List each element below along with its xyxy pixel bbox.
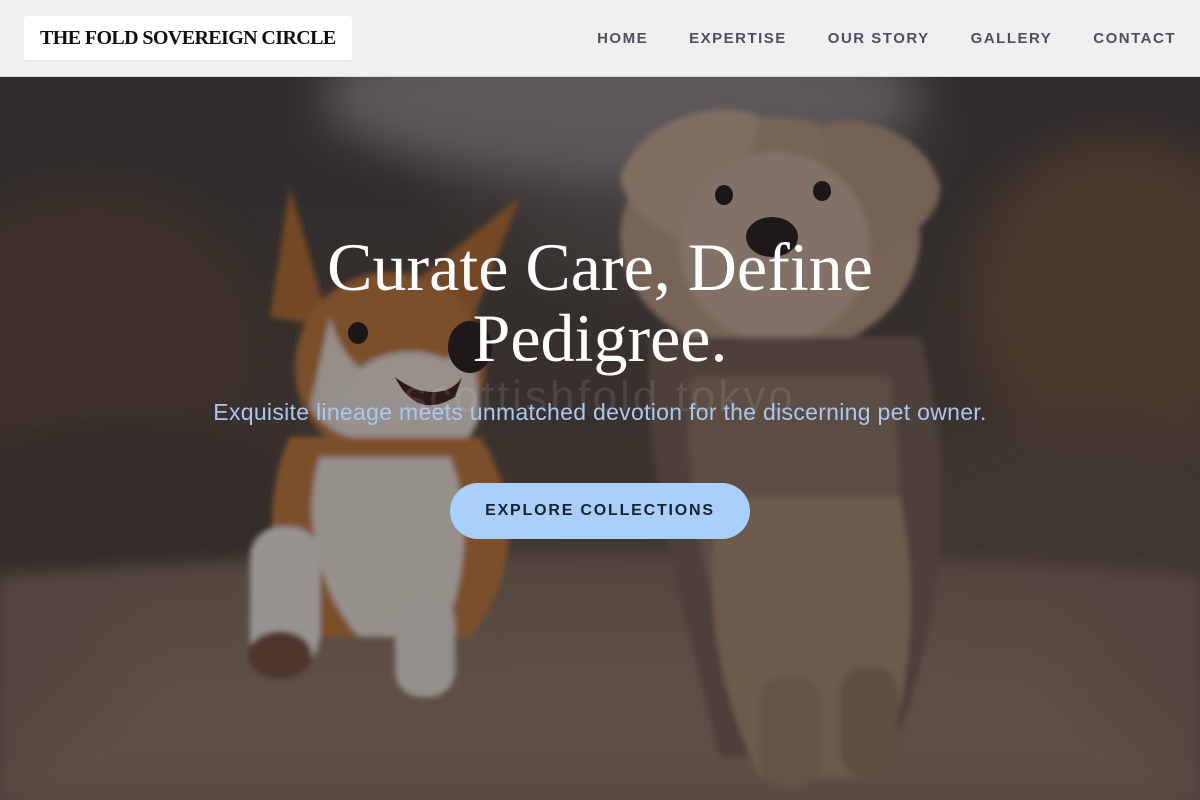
explore-collections-button[interactable]: EXPLORE COLLECTIONS xyxy=(450,483,750,539)
main-nav: HOME EXPERTISE OUR STORY GALLERY CONTACT xyxy=(556,30,1176,47)
site-header: THE FOLD SOVEREIGN CIRCLE HOME EXPERTISE… xyxy=(0,0,1200,77)
hero-subtitle: Exquisite lineage meets unmatched devoti… xyxy=(213,399,987,425)
hero-content: Curate Care, Define Pedigree. Exquisite … xyxy=(0,232,1200,539)
nav-link-contact[interactable]: CONTACT xyxy=(1093,30,1176,47)
hero-title: Curate Care, Define Pedigree. xyxy=(327,229,873,376)
hero-section: scottishfold.tokyo Curate Care, Define P… xyxy=(0,77,1200,800)
nav-link-home[interactable]: HOME xyxy=(597,30,648,47)
brand-logo[interactable]: THE FOLD SOVEREIGN CIRCLE xyxy=(24,16,352,60)
nav-link-expertise[interactable]: EXPERTISE xyxy=(689,30,787,47)
nav-link-our-story[interactable]: OUR STORY xyxy=(828,30,930,47)
nav-link-gallery[interactable]: GALLERY xyxy=(971,30,1053,47)
brand-name: THE FOLD SOVEREIGN CIRCLE xyxy=(40,26,336,49)
